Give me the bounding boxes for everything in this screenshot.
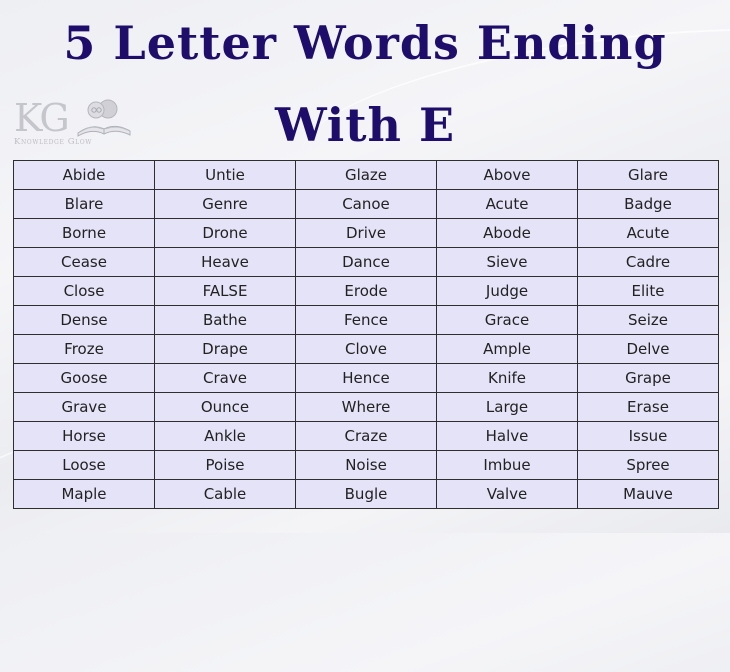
word-cell: Large: [436, 392, 578, 422]
logo-initials: KG: [14, 96, 70, 140]
word-cell: Spree: [577, 450, 719, 480]
word-cell: Craze: [295, 421, 437, 451]
word-cell: Knife: [436, 363, 578, 393]
table-row: Dense Bathe Fence Grace Seize: [13, 305, 719, 335]
word-cell: Drive: [295, 218, 437, 248]
word-cell: Elite: [577, 276, 719, 306]
book-reader-icon: [77, 99, 131, 137]
word-cell: Acute: [436, 189, 578, 219]
word-cell: Canoe: [295, 189, 437, 219]
word-cell: Above: [436, 160, 578, 190]
word-cell: Bathe: [154, 305, 296, 335]
table-row: Froze Drape Clove Ample Delve: [13, 334, 719, 364]
table-row: Maple Cable Bugle Valve Mauve: [13, 479, 719, 509]
table-row: Blare Genre Canoe Acute Badge: [13, 189, 719, 219]
word-cell: Acute: [577, 218, 719, 248]
word-cell: Issue: [577, 421, 719, 451]
word-cell: Dense: [13, 305, 155, 335]
word-cell: Cease: [13, 247, 155, 277]
word-cell: Grave: [13, 392, 155, 422]
word-cell: Halve: [436, 421, 578, 451]
word-cell: Loose: [13, 450, 155, 480]
table-row: Abide Untie Glaze Above Glare: [13, 160, 719, 190]
word-cell: Poise: [154, 450, 296, 480]
word-cell: Goose: [13, 363, 155, 393]
word-cell: Bugle: [295, 479, 437, 509]
word-cell: Sieve: [436, 247, 578, 277]
word-cell: Blare: [13, 189, 155, 219]
table-row: Goose Crave Hence Knife Grape: [13, 363, 719, 393]
word-cell: Cadre: [577, 247, 719, 277]
word-cell: Close: [13, 276, 155, 306]
table-row: Close FALSE Erode Judge Elite: [13, 276, 719, 306]
word-cell: Glare: [577, 160, 719, 190]
word-cell: Badge: [577, 189, 719, 219]
word-cell: Delve: [577, 334, 719, 364]
word-cell: Erode: [295, 276, 437, 306]
table-row: Cease Heave Dance Sieve Cadre: [13, 247, 719, 277]
word-cell: Genre: [154, 189, 296, 219]
word-cell: Ample: [436, 334, 578, 364]
word-cell: Hence: [295, 363, 437, 393]
word-cell: Noise: [295, 450, 437, 480]
word-cell: Erase: [577, 392, 719, 422]
table-row: Grave Ounce Where Large Erase: [13, 392, 719, 422]
page-title-line-1: 5 Letter Words Ending: [63, 16, 667, 70]
word-cell: Imbue: [436, 450, 578, 480]
word-cell: Ankle: [154, 421, 296, 451]
word-cell: Borne: [13, 218, 155, 248]
word-cell: Heave: [154, 247, 296, 277]
word-cell: Untie: [154, 160, 296, 190]
word-cell: Maple: [13, 479, 155, 509]
word-cell: Grape: [577, 363, 719, 393]
word-cell: Where: [295, 392, 437, 422]
word-cell: Glaze: [295, 160, 437, 190]
word-cell: Drape: [154, 334, 296, 364]
word-cell: FALSE: [154, 276, 296, 306]
word-cell: Dance: [295, 247, 437, 277]
word-cell: Cable: [154, 479, 296, 509]
word-cell: Froze: [13, 334, 155, 364]
word-cell: Judge: [436, 276, 578, 306]
word-cell: Seize: [577, 305, 719, 335]
word-cell: Mauve: [577, 479, 719, 509]
table-row: Horse Ankle Craze Halve Issue: [13, 421, 719, 451]
table-row: Loose Poise Noise Imbue Spree: [13, 450, 719, 480]
word-cell: Fence: [295, 305, 437, 335]
word-cell: Abode: [436, 218, 578, 248]
words-table: Abide Untie Glaze Above Glare Blare Genre Canoe…: [13, 160, 719, 509]
word-cell: Clove: [295, 334, 437, 364]
word-cell: Crave: [154, 363, 296, 393]
logo-name: Knowledge Glow: [14, 137, 92, 147]
word-cell: Valve: [436, 479, 578, 509]
table-row: Borne Drone Drive Abode Acute: [13, 218, 719, 248]
word-cell: Horse: [13, 421, 155, 451]
word-cell: Ounce: [154, 392, 296, 422]
knowledge-glow-logo: KG Knowledge Glow: [12, 97, 140, 149]
word-cell: Abide: [13, 160, 155, 190]
word-cell: Grace: [436, 305, 578, 335]
word-cell: Drone: [154, 218, 296, 248]
